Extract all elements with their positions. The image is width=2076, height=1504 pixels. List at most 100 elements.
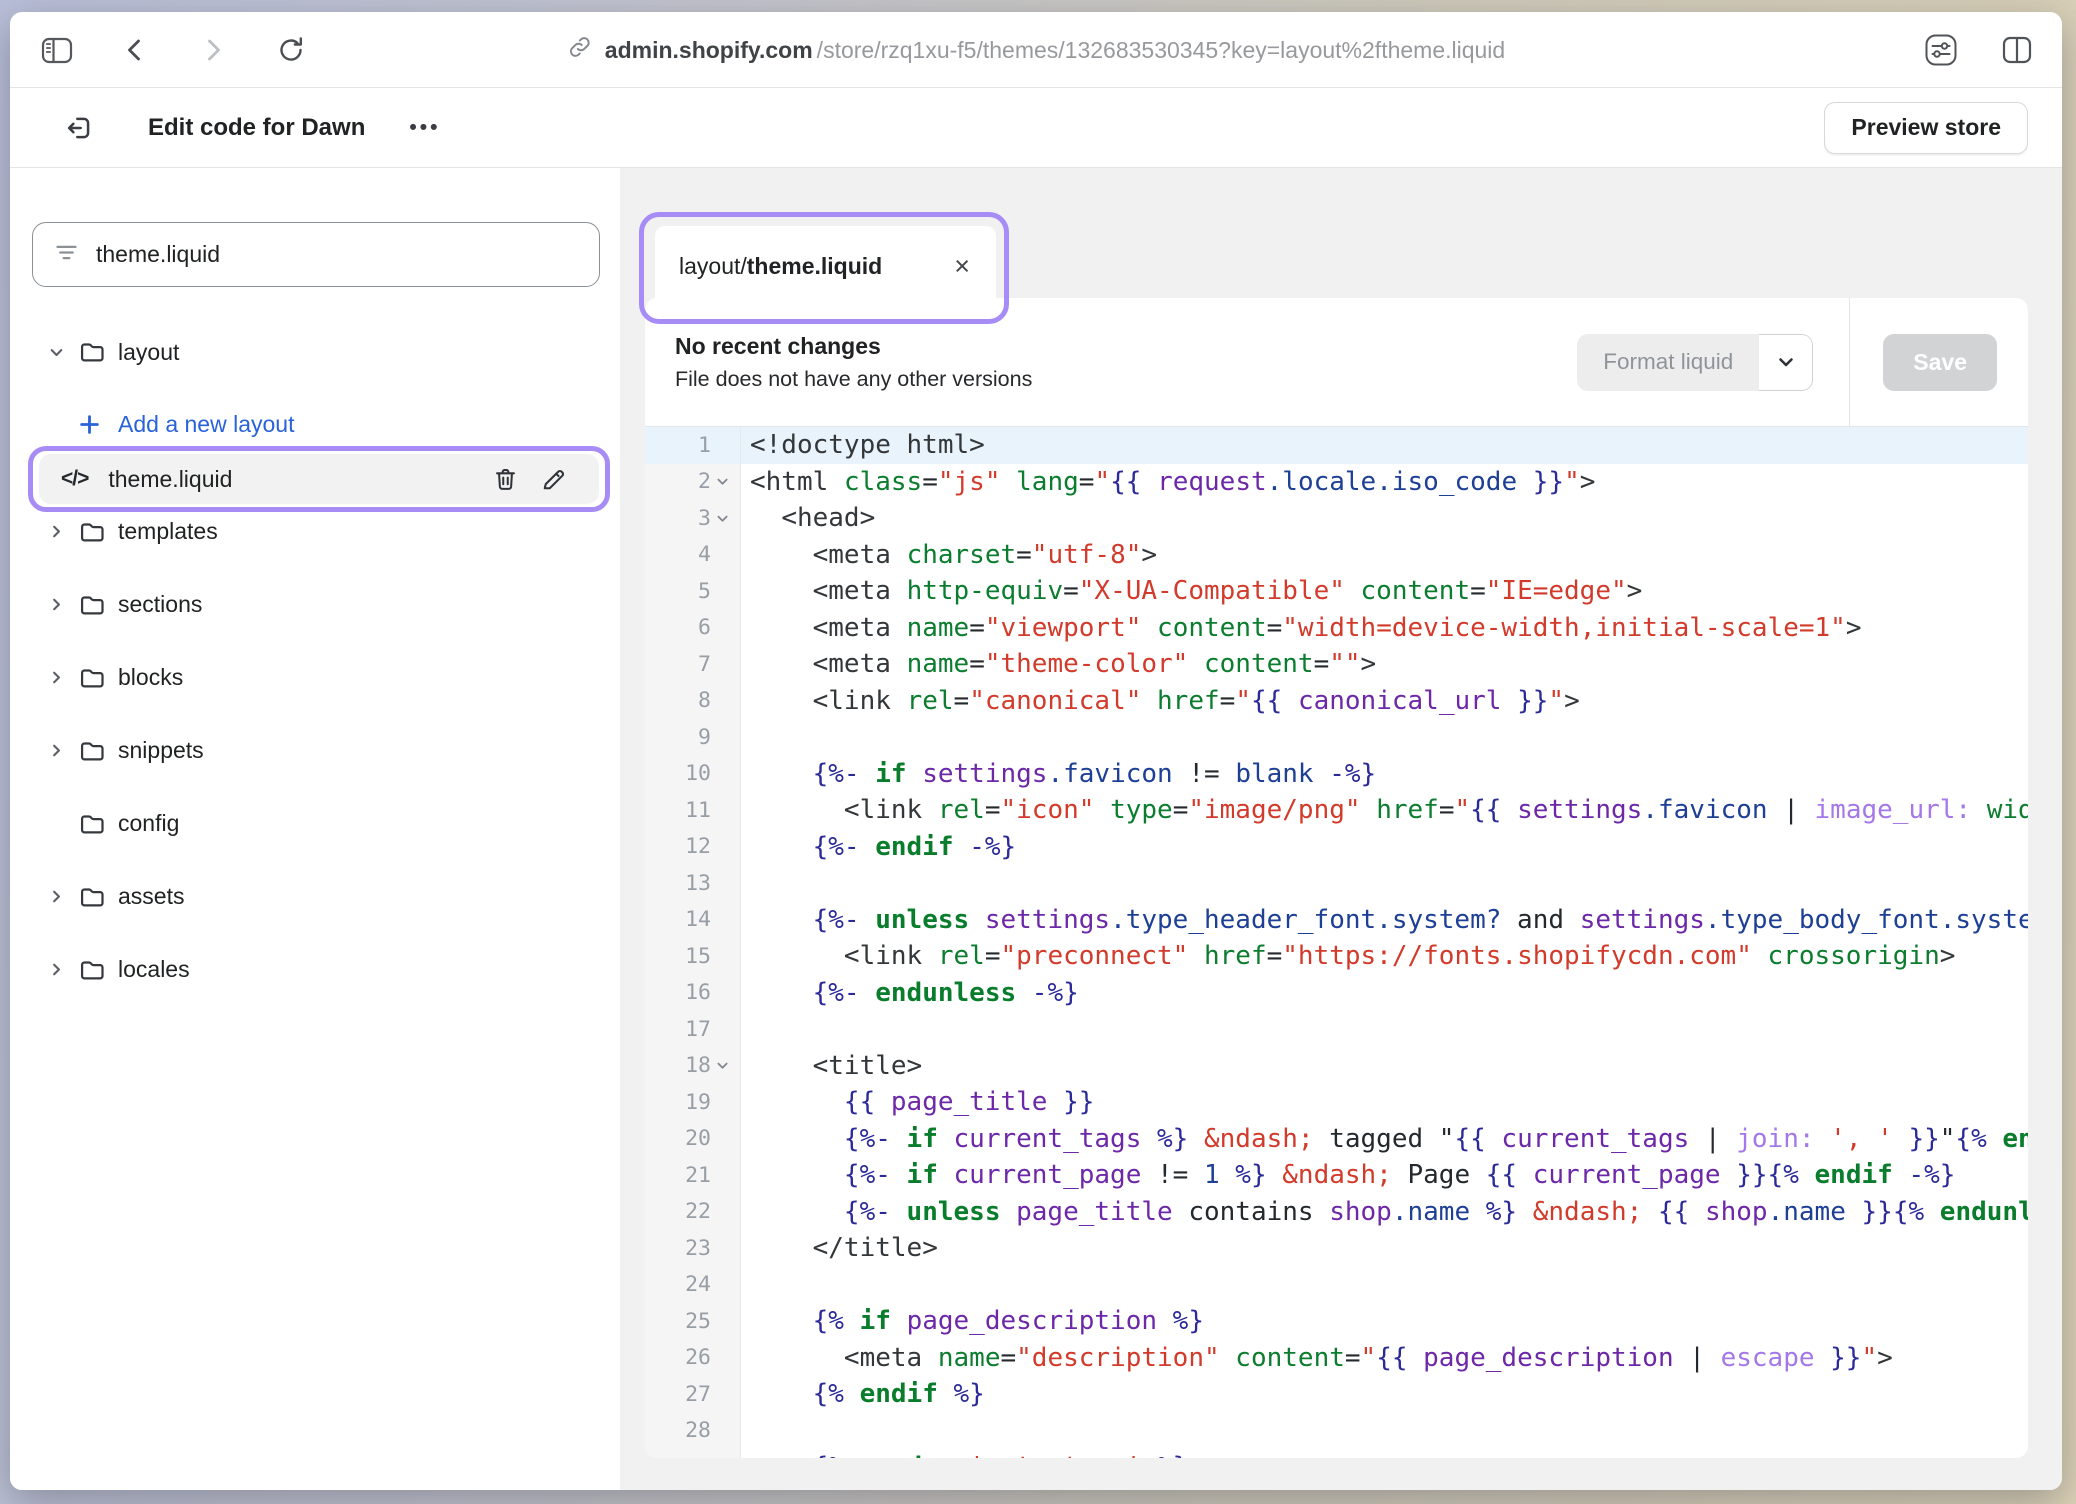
line-number-4: 4 [645,542,740,567]
fold-toggle[interactable] [711,511,734,526]
add-new-layout-link[interactable]: Add a new layout [10,395,620,453]
chevron-right-icon [48,742,65,759]
sidebar-item-theme-liquid[interactable]: </>theme.liquid [39,454,599,504]
code-line-27[interactable]: 27 {% endif %} [645,1376,2028,1413]
status-title: No recent changes [675,333,1032,360]
code-line-19[interactable]: 19 {{ page_title }} [645,1084,2028,1121]
editor-main: layout/theme.liquid × No recent changes … [620,168,2062,1490]
toolbar-divider [1849,298,1850,426]
code-line-22[interactable]: 22 {%- unless page_title contains shop.n… [645,1194,2028,1231]
code-line-21[interactable]: 21 {%- if current_page != 1 %} &ndash; P… [645,1157,2028,1194]
code-line-15[interactable]: 15 <link rel="preconnect" href="https://… [645,938,2028,975]
code-line-16[interactable]: 16 {%- endunless -%} [645,975,2028,1012]
code-line-26[interactable]: 26 <meta name="description" content="{{ … [645,1340,2028,1377]
fold-toggle[interactable] [711,474,734,489]
link-icon [567,34,593,66]
exit-code-editor-button[interactable] [62,111,96,145]
folder-icon [78,810,106,838]
code-line-18[interactable]: 18 <title> [645,1048,2028,1085]
tab-close-icon[interactable]: × [952,253,972,280]
tab-theme-liquid[interactable]: layout/theme.liquid × [655,226,996,306]
code-line-11[interactable]: 11 <link rel="icon" type="image/png" hre… [645,792,2028,829]
code-line-8[interactable]: 8 <link rel="canonical" href="{{ canonic… [645,683,2028,720]
format-liquid-label[interactable]: Format liquid [1577,334,1759,391]
address-bar[interactable]: admin.shopify.com/store/rzq1xu-f5/themes… [567,12,1505,88]
code-line-17[interactable]: 17 [645,1011,2028,1048]
chevron-right-icon [48,961,65,978]
code-line-28[interactable]: 28 [645,1413,2028,1450]
code-line-25[interactable]: 25 {% if page_description %} [645,1303,2028,1340]
code-line-29[interactable]: 29 {% render 'meta-tags' %} [645,1449,2028,1458]
code-line-2[interactable]: 2<html class="js" lang="{{ request.local… [645,464,2028,501]
fold-icon [715,1058,730,1073]
sidebar-item-layout[interactable]: layout [10,323,620,381]
code-line-7[interactable]: 7 <meta name="theme-color" content=""> [645,646,2028,683]
line-number-6: 6 [645,615,740,640]
code-line-24[interactable]: 24 [645,1267,2028,1304]
sidebar-toggle-icon[interactable] [40,33,74,67]
code-line-1[interactable]: 1<!doctype html> [645,427,2028,464]
line-number-22: 22 [645,1199,740,1224]
edit-icon [540,466,567,493]
line-number-16: 16 [645,980,740,1005]
format-dropdown-button[interactable] [1759,334,1813,391]
code-editor[interactable]: 1<!doctype html>2<html class="js" lang="… [645,427,2028,1458]
line-number-7: 7 [645,652,740,677]
line-number-9: 9 [645,725,740,750]
line-number-2: 2 [645,469,740,494]
sidebar-item-config[interactable]: config [10,787,620,860]
code-line-20[interactable]: 20 {%- if current_tags %} &ndash; tagged… [645,1121,2028,1158]
page-title: Edit code for Dawn [148,114,365,142]
back-icon[interactable] [118,33,152,67]
split-view-icon[interactable] [2000,33,2034,67]
chevron-down-icon [1775,351,1797,373]
folder-icon [78,338,106,366]
line-number-24: 24 [645,1272,740,1297]
more-actions-menu[interactable]: ••• [409,116,440,140]
file-search-box[interactable] [32,222,600,287]
line-number-14: 14 [645,907,740,932]
code-line-6[interactable]: 6 <meta name="viewport" content="width=d… [645,610,2028,647]
line-number-5: 5 [645,579,740,604]
folder-icon [78,518,106,546]
folder-icon [78,664,106,692]
sidebar-item-locales[interactable]: locales [10,933,620,1006]
plus-icon [78,413,101,436]
code-line-9[interactable]: 9 [645,719,2028,756]
line-number-1: 1 [645,433,740,458]
line-number-20: 20 [645,1126,740,1151]
sidebar-item-templates[interactable]: templates [10,495,620,568]
chevron-right-icon [48,669,65,686]
fold-toggle[interactable] [711,1058,734,1073]
rename-file-button[interactable] [529,466,577,493]
sidebar-item-sections[interactable]: sections [10,568,620,641]
browser-window: admin.shopify.com/store/rzq1xu-f5/themes… [10,12,2062,1490]
format-liquid-button: Format liquid [1577,334,1813,391]
line-number-17: 17 [645,1017,740,1042]
delete-file-button[interactable] [481,466,529,493]
sidebar-item-blocks[interactable]: blocks [10,641,620,714]
code-line-3[interactable]: 3 <head> [645,500,2028,537]
line-number-23: 23 [645,1236,740,1261]
sidebar-item-assets[interactable]: assets [10,860,620,933]
file-search-input[interactable] [96,241,579,268]
save-button[interactable]: Save [1883,334,1997,391]
line-number-8: 8 [645,688,740,713]
forward-icon[interactable] [196,33,230,67]
code-line-5[interactable]: 5 <meta http-equiv="X-UA-Compatible" con… [645,573,2028,610]
filter-icon [53,239,80,271]
reload-icon[interactable] [274,33,308,67]
code-line-4[interactable]: 4 <meta charset="utf-8"> [645,537,2028,574]
code-line-23[interactable]: 23 </title> [645,1230,2028,1267]
code-line-14[interactable]: 14 {%- unless settings.type_header_font.… [645,902,2028,939]
preview-store-button[interactable]: Preview store [1824,102,2028,154]
line-number-19: 19 [645,1090,740,1115]
chevron-right-icon [48,888,65,905]
page-settings-icon[interactable] [1924,33,1958,67]
code-line-12[interactable]: 12 {%- endif -%} [645,829,2028,866]
tab-label: layout/theme.liquid [679,253,882,280]
sidebar-item-snippets[interactable]: snippets [10,714,620,787]
code-line-13[interactable]: 13 [645,865,2028,902]
code-line-10[interactable]: 10 {%- if settings.favicon != blank -%} [645,756,2028,793]
line-number-25: 25 [645,1309,740,1334]
